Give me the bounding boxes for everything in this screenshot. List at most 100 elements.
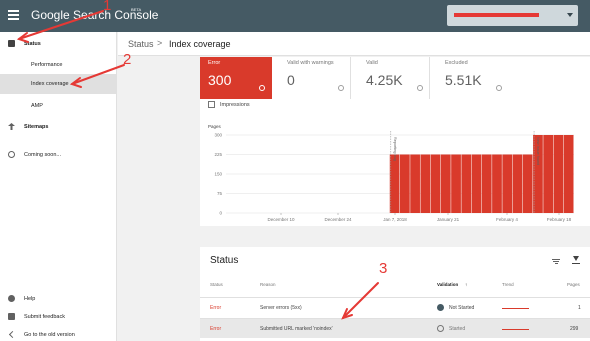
column-header-status[interactable]: Status [210,282,223,287]
status-table-title: Status [210,255,239,266]
coverage-chart: Pages 300 225 150 75 0 Reporting bug New Issue … [208,124,574,222]
chart-bar [471,154,482,213]
sidebar-item-label: Status [24,41,41,47]
column-header-reason[interactable]: Reason [260,282,276,287]
sidebar-item-index-coverage[interactable]: Index coverage [0,74,117,94]
help-icon[interactable] [259,85,265,91]
sitemap-icon [8,123,15,130]
sidebar-item-label: Help [24,296,36,302]
filter-icon[interactable] [552,259,560,265]
row-status: Error [210,305,222,311]
sidebar-item-coming-soon[interactable]: Coming soon... [0,146,117,164]
column-header-validation[interactable]: Validation [437,282,458,287]
sidebar-item-feedback[interactable]: Submit feedback [0,308,117,326]
row-validation: Not Started [449,305,475,311]
y-tick-label: 225 [214,152,222,157]
row-pages: 1 [578,305,581,311]
x-tick-label: February 18 [547,217,572,222]
chart-bar [512,154,523,213]
x-tick-label: January 21 [437,217,460,222]
chart-bar [502,154,513,213]
table-row[interactable]: Error Submitted URL marked 'noindex' Sta… [200,318,590,338]
chart-bar [420,154,431,213]
sidebar-item-old-version[interactable]: Go to the old version [0,326,117,341]
breadcrumb-root[interactable]: Status [128,39,154,49]
chart-bar [451,154,461,213]
tile-error[interactable]: Error 300 [200,57,272,99]
chart-bar [543,135,554,213]
tile-label: Error [208,60,221,66]
impressions-label: Impressions [220,102,250,108]
sidebar-item-amp[interactable]: AMP [0,97,117,115]
impressions-checkbox[interactable] [208,101,215,108]
property-selector[interactable] [447,5,578,26]
annotation-number-2: 2 [123,51,132,68]
chart-bar [430,154,441,213]
chart-bar [389,154,400,213]
download-icon[interactable] [572,256,580,265]
annotation-marker-label: New Issue found [536,137,540,165]
help-icon[interactable] [496,85,502,91]
column-header-trend: Trend [502,282,514,287]
chart-bar [440,154,451,213]
sidebar-item-status[interactable]: Status [0,35,117,53]
x-tick-label: December 24 [324,217,352,222]
annotation-number-1: 1 [103,0,112,14]
tile-valid[interactable]: Valid 4.25K [358,57,430,99]
sidebar-item-label: Submit feedback [24,314,65,320]
coverage-summary-card: Error 300 Valid with warnings 0 Valid 4.… [200,57,590,226]
menu-icon[interactable] [8,10,19,20]
top-bar: Google Search Console BETA [0,0,590,32]
started-clock-icon [437,325,444,332]
tile-valid-with-warnings[interactable]: Valid with warnings 0 [279,57,351,99]
x-tick-label: February 4 [496,217,518,222]
chart-bar [553,135,564,213]
sidebar-item-label: Sitemaps [24,124,49,130]
help-icon [8,295,15,302]
tile-value: 4.25K [366,72,403,88]
chart-bar [522,154,533,213]
sidebar: Status Performance Index coverage AMP Si… [0,32,117,341]
row-status: Error [210,326,222,332]
clock-icon [8,151,15,158]
trend-sparkline [502,308,529,309]
help-icon[interactable] [338,85,344,91]
redaction-mark [454,13,539,17]
chart-bar [461,154,472,213]
table-row[interactable]: Error Server errors (5xx) Not Started 1 [200,297,590,317]
tile-value: 0 [287,72,295,88]
sidebar-item-label: Coming soon... [24,152,61,158]
trend-sparkline [502,329,529,330]
sort-arrow-icon[interactable]: ↑ [465,282,467,287]
tile-label: Valid with warnings [287,60,334,66]
row-reason: Server errors (5xx) [260,305,302,311]
annotation-marker-label: Reporting bug [393,137,397,161]
chart-bar [400,154,410,213]
status-table-card: Status Status Reason Validation ↑ Trend … [200,247,590,341]
status-icon [8,40,15,47]
chart-bar [563,135,574,213]
x-tick-label: Jan 7, 2018 [383,217,407,222]
beta-badge: BETA [131,7,142,12]
chart-bar [492,154,502,213]
y-tick-label: 300 [214,133,222,138]
back-icon [8,330,17,339]
sidebar-item-performance[interactable]: Performance [0,56,117,74]
help-icon[interactable] [417,85,423,91]
sidebar-item-help[interactable]: Help [0,290,117,308]
y-tick-label: 150 [214,172,222,177]
row-reason: Submitted URL marked 'noindex' [260,326,333,332]
sidebar-item-label: Go to the old version [24,332,75,338]
y-axis-label: Pages [208,124,222,129]
row-validation: Started [449,326,466,332]
chart-bar [481,154,492,213]
tile-excluded[interactable]: Excluded 5.51K [437,57,509,99]
sidebar-item-sitemaps[interactable]: Sitemaps [0,118,117,136]
feedback-icon [8,313,15,320]
y-tick-label: 0 [219,211,222,216]
chart-bar [410,154,420,213]
y-tick-label: 75 [217,191,223,196]
tile-value: 300 [208,72,232,88]
sidebar-item-label: Index coverage [31,81,69,87]
column-header-pages[interactable]: Pages [567,282,580,287]
